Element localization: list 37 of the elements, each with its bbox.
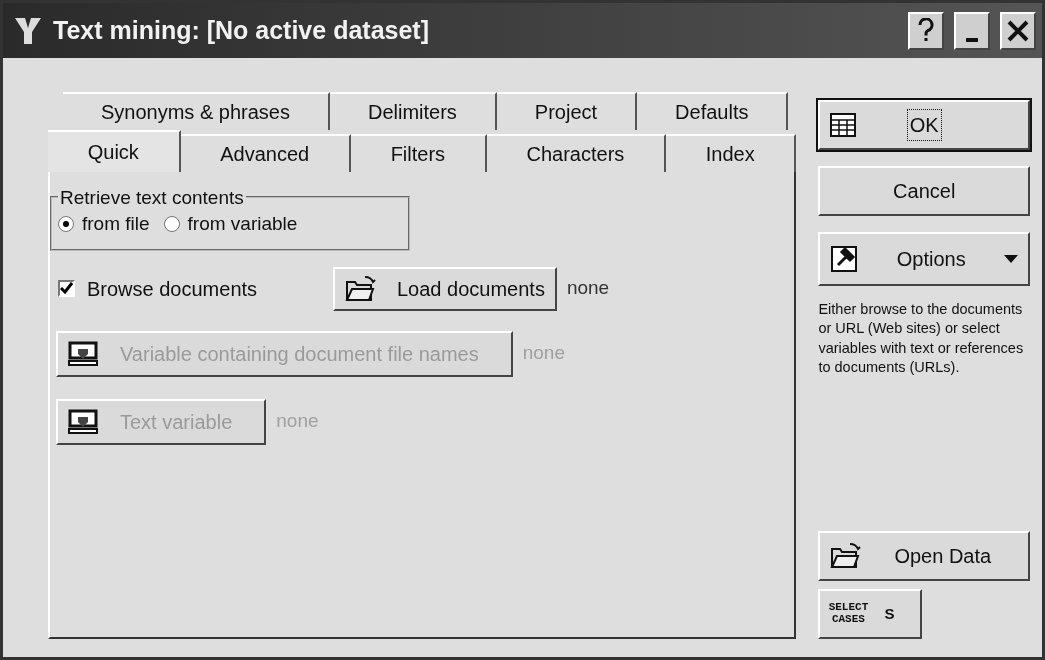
tab[interactable]: Advanced [180,134,351,172]
tab[interactable]: Filters [350,134,487,172]
help-button[interactable] [908,11,944,50]
value-text: none [276,409,319,434]
tab[interactable]: Characters [486,134,667,172]
help-icon [917,17,935,44]
load-button[interactable]: Load documents [333,266,557,311]
app-logo-icon [13,15,43,46]
check-icon [60,282,73,295]
hammer-icon [830,245,859,273]
open-data-button[interactable]: Open Data [818,531,1030,581]
close-button[interactable] [1000,11,1036,50]
options-button[interactable]: Options [818,232,1030,286]
tab[interactable]: Index [666,134,797,172]
help-text: Either browse to the documents or URL (Web sites) or select variables with text or references to documents (URLs). [818,300,1025,377]
cancel-button[interactable]: Cancel [818,166,1030,216]
caret-icon [1004,255,1018,263]
value-text: none [566,276,610,301]
table-icon [830,113,857,137]
radio-option[interactable]: from variable [163,210,298,239]
close-icon [1006,18,1030,43]
tab[interactable]: Synonyms & phrases [63,92,330,130]
monitor-icon [68,408,98,435]
tab[interactable]: Defaults [637,92,789,130]
tab[interactable]: Quick [48,130,181,172]
window-title: Text mining: [No active dataset] [53,14,430,46]
select-cases-button[interactable]: SELECT CASES S [818,589,923,639]
folder-icon [345,273,379,304]
monitor-icon [68,340,98,367]
browse-checkbox[interactable]: Browse documents [58,273,323,304]
value-text: none [522,341,565,366]
minimize-button[interactable] [954,11,990,50]
tab[interactable]: Delimiters [329,92,497,130]
tab[interactable]: Project [496,92,638,130]
minimize-icon [966,37,978,42]
ok-button[interactable]: OK [818,100,1030,150]
radio-option[interactable]: from file [58,210,150,239]
